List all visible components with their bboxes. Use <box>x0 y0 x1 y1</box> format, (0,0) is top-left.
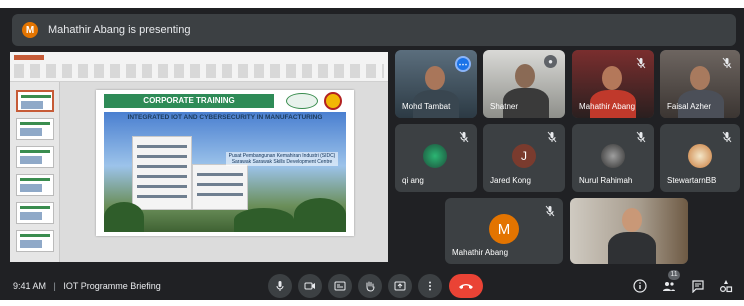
mic-off-icon <box>458 130 470 143</box>
participant-avatar <box>423 144 447 168</box>
mic-icon <box>276 281 284 291</box>
chat-button[interactable] <box>690 278 706 294</box>
participant-avatar <box>601 144 625 168</box>
participant-tile[interactable]: ⋯ Mohd Tambat <box>395 50 477 118</box>
activities-button[interactable] <box>718 278 734 294</box>
participant-tile[interactable]: M Mahathir Abang <box>445 198 563 264</box>
powerpoint-ribbon <box>10 52 388 82</box>
participant-avatar <box>688 144 712 168</box>
captions-icon <box>334 281 346 291</box>
participant-name: Nurul Rahimah <box>579 176 633 185</box>
participant-tile[interactable]: Mahathir Abang <box>572 50 654 118</box>
camera-icon <box>304 282 315 290</box>
meeting-details-button[interactable] <box>632 278 648 294</box>
participant-name: qi ang <box>402 176 424 185</box>
ribbon-controls <box>14 64 384 78</box>
people-icon <box>663 282 675 291</box>
slide-thumbnail <box>16 202 54 224</box>
activities-icon <box>719 280 733 293</box>
slide-canvas: CORPORATE TRAINING INTEGRATED IOT AND CY… <box>60 82 388 262</box>
building-photo <box>104 112 346 232</box>
slide-thumbnail <box>16 146 54 168</box>
raise-hand-icon <box>366 281 375 292</box>
slide-caption: Pusat Pembangunan Kemahiran Industri (SI… <box>226 152 338 166</box>
slide-subtitle: INTEGRATED IOT AND CYBERSECURITY IN MANU… <box>127 114 323 121</box>
participant-tile[interactable]: qi ang <box>395 124 477 192</box>
meeting-toolbar: 9:41 AM | IOT Programme Briefing <box>0 272 744 300</box>
participant-tile[interactable]: Faisal Azher <box>660 50 740 118</box>
ribbon-tab <box>14 55 44 60</box>
meeting-title: IOT Programme Briefing <box>63 281 161 291</box>
participant-tile[interactable]: J Jared Kong <box>483 124 565 192</box>
mic-off-icon <box>635 130 647 143</box>
people-button[interactable] <box>661 278 677 294</box>
slide-thumbnail <box>16 90 54 112</box>
meeting-time: 9:41 AM <box>13 281 47 291</box>
current-slide: CORPORATE TRAINING INTEGRATED IOT AND CY… <box>96 90 354 236</box>
info-icon <box>633 279 647 293</box>
mic-off-icon <box>721 130 733 143</box>
participant-tile[interactable]: Nurul Rahimah <box>572 124 654 192</box>
mic-off-icon <box>721 56 733 69</box>
participant-avatar: J <box>512 144 536 168</box>
mic-off-icon <box>635 56 647 69</box>
presenter-avatar: M <box>22 22 38 38</box>
presenting-banner: M Mahathir Abang is presenting <box>12 14 736 46</box>
organization-logo <box>286 93 318 109</box>
shared-screen[interactable]: CORPORATE TRAINING INTEGRATED IOT AND CY… <box>10 52 388 262</box>
participant-name: StewartarnBB <box>667 176 717 185</box>
participant-name: Mohd Tambat <box>402 102 451 111</box>
participant-name: Faisal Azher <box>667 102 712 111</box>
mic-button[interactable] <box>268 274 292 298</box>
mic-off-icon <box>546 130 558 143</box>
bottom-margin <box>0 300 744 306</box>
participant-name: Jared Kong <box>490 176 531 185</box>
end-call-button[interactable] <box>449 274 483 298</box>
slide-thumbnail <box>16 230 54 252</box>
participant-name: Mahathir Abang <box>452 248 509 257</box>
self-view-tile[interactable] <box>570 198 688 264</box>
separator: | <box>53 281 56 291</box>
mic-off-icon <box>544 204 556 217</box>
slide-thumbnail <box>16 118 54 140</box>
mic-off-icon: ● <box>544 55 557 68</box>
more-options-icon[interactable]: ⋯ <box>455 56 471 72</box>
slide-thumbnail <box>16 174 54 196</box>
emblem-logo <box>324 92 342 110</box>
present-icon <box>394 281 406 291</box>
participant-name: Shatner <box>490 102 519 111</box>
meeting-info: 9:41 AM | IOT Programme Briefing <box>13 281 161 291</box>
slide-header: CORPORATE TRAINING <box>104 94 274 108</box>
participant-name: Mahathir Abang <box>579 102 636 111</box>
camera-button[interactable] <box>298 274 322 298</box>
top-margin <box>0 0 744 8</box>
captions-button[interactable] <box>328 274 352 298</box>
more-options-icon <box>429 281 431 291</box>
participant-tile[interactable]: ● Shatner <box>483 50 565 118</box>
present-button[interactable] <box>388 274 412 298</box>
more-options-button[interactable] <box>418 274 442 298</box>
end-call-icon <box>459 284 473 289</box>
participant-tile[interactable]: StewartarnBB <box>660 124 740 192</box>
participant-count-badge: 11 <box>668 270 680 280</box>
chat-icon <box>692 280 704 293</box>
raise-hand-button[interactable] <box>358 274 382 298</box>
participant-avatar: M <box>489 214 519 244</box>
slide-thumbnails <box>10 82 60 262</box>
presenting-text: Mahathir Abang is presenting <box>48 24 191 36</box>
